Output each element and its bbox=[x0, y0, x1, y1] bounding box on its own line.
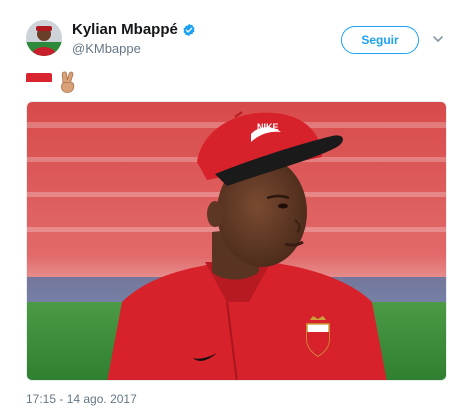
verified-badge-icon bbox=[182, 23, 196, 37]
author-name-row[interactable]: Kylian Mbappé bbox=[72, 21, 196, 38]
tweet-card: Kylian Mbappé @KMbappe Seguir NIKE 17:15… bbox=[0, 0, 471, 412]
tweet-text bbox=[26, 70, 78, 94]
avatar-image bbox=[26, 20, 62, 56]
author-display-name[interactable]: Kylian Mbappé bbox=[72, 21, 178, 38]
tweet-timestamp[interactable]: 17:15 - 14 ago. 2017 bbox=[26, 392, 137, 406]
chevron-down-icon[interactable] bbox=[431, 32, 445, 46]
victory-hand-emoji-icon bbox=[58, 70, 78, 94]
avatar[interactable] bbox=[26, 20, 62, 56]
author-handle[interactable]: @KMbappe bbox=[72, 41, 141, 56]
tweet-photo[interactable]: NIKE bbox=[26, 101, 447, 381]
follow-button[interactable]: Seguir bbox=[341, 26, 419, 54]
monaco-flag-emoji-icon bbox=[26, 73, 52, 91]
photo-image: NIKE bbox=[27, 102, 446, 380]
svg-text:NIKE: NIKE bbox=[257, 122, 279, 132]
